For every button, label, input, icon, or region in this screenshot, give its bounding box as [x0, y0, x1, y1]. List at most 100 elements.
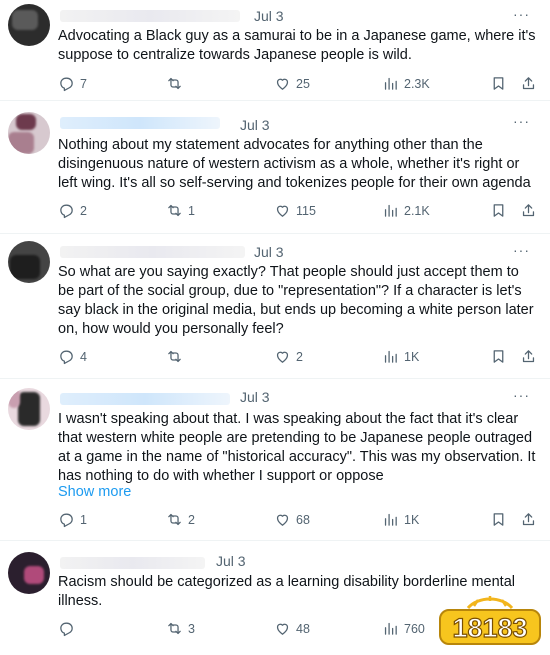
reply-count: 4 [80, 349, 87, 364]
tweet-actions: 2 1 115 2.1K [0, 202, 550, 222]
avatar[interactable] [8, 112, 50, 154]
bookmark-icon [490, 202, 512, 219]
bookmark-icon [490, 348, 512, 365]
like-icon [274, 620, 296, 637]
tweet-2[interactable]: Jul 3 ··· Nothing about my statement adv… [0, 100, 550, 234]
share-button[interactable] [520, 202, 542, 219]
share-icon [520, 75, 542, 92]
views-count: 1K [404, 512, 420, 527]
reply-count: 2 [80, 203, 87, 218]
avatar[interactable] [8, 388, 50, 430]
like-button[interactable]: 25 [274, 75, 310, 92]
views-button[interactable]: 2.1K [382, 202, 430, 219]
like-count: 25 [296, 76, 310, 91]
reply-button[interactable]: 2 [58, 202, 87, 219]
like-button[interactable]: 48 [274, 620, 310, 637]
views-count: 1K [404, 349, 420, 364]
tweet-4[interactable]: Jul 3 ··· I wasn't speaking about that. … [0, 378, 550, 541]
repost-icon [166, 620, 188, 637]
like-count: 115 [296, 203, 316, 218]
views-button[interactable]: 1K [382, 348, 419, 365]
author-name[interactable] [60, 557, 205, 569]
tweet-text: So what are you saying exactly? That peo… [58, 264, 534, 337]
repost-button[interactable] [166, 75, 188, 92]
reply-icon [58, 620, 80, 637]
watermark-text: 18183 [452, 613, 527, 643]
repost-button[interactable] [166, 348, 188, 365]
tweet-date[interactable]: Jul 3 [240, 117, 270, 133]
author-name[interactable] [60, 393, 230, 405]
share-icon [520, 202, 542, 219]
reply-button[interactable] [58, 620, 80, 637]
repost-button[interactable]: 3 [166, 620, 195, 637]
bookmark-button[interactable] [490, 348, 512, 365]
more-options-icon[interactable]: ··· [513, 6, 530, 22]
repost-icon [166, 202, 188, 219]
views-count: 2.1K [404, 203, 430, 218]
reply-icon [58, 202, 80, 219]
tweet-actions: 4 2 1K [0, 348, 550, 368]
author-name[interactable] [60, 10, 240, 22]
views-button[interactable]: 1K [382, 511, 419, 528]
avatar[interactable] [8, 4, 50, 46]
repost-icon [166, 348, 188, 365]
more-options-icon[interactable]: ··· [513, 387, 530, 403]
show-more-link[interactable]: Show more [58, 484, 131, 500]
like-button[interactable]: 115 [274, 202, 316, 219]
reply-icon [58, 511, 80, 528]
tweet-date[interactable]: Jul 3 [254, 8, 284, 24]
repost-count: 2 [188, 512, 195, 527]
tweet-text: I wasn't speaking about that. I was spea… [58, 411, 536, 484]
like-icon [274, 511, 296, 528]
views-icon [382, 75, 404, 92]
reply-button[interactable]: 7 [58, 75, 87, 92]
tweet-text: Advocating a Black guy as a samurai to b… [58, 28, 536, 63]
views-button[interactable]: 2.3K [382, 75, 430, 92]
like-icon [274, 75, 296, 92]
tweet-actions: 1 2 68 1K [0, 511, 550, 531]
more-options-icon[interactable]: ··· [513, 113, 530, 129]
repost-icon [166, 75, 188, 92]
views-icon [382, 511, 404, 528]
repost-count: 1 [188, 203, 195, 218]
bookmark-button[interactable] [490, 511, 512, 528]
bookmark-button[interactable] [490, 202, 512, 219]
views-icon [382, 202, 404, 219]
share-button[interactable] [520, 348, 542, 365]
reply-count: 1 [80, 512, 87, 527]
repost-count: 3 [188, 621, 195, 636]
avatar[interactable] [8, 241, 50, 283]
watermark-logo: 18183 [439, 596, 541, 645]
like-button[interactable]: 68 [274, 511, 310, 528]
tweet-text: Nothing about my statement advocates for… [58, 137, 531, 191]
tweet-1[interactable]: Jul 3 ··· Advocating a Black guy as a sa… [0, 0, 550, 101]
like-count: 68 [296, 512, 310, 527]
more-options-icon[interactable]: ··· [513, 242, 530, 258]
views-count: 760 [404, 621, 425, 636]
share-icon [520, 348, 542, 365]
bookmark-button[interactable] [490, 75, 512, 92]
tweet-3[interactable]: Jul 3 ··· So what are you saying exactly… [0, 233, 550, 379]
repost-button[interactable]: 2 [166, 511, 195, 528]
author-name[interactable] [60, 246, 245, 258]
views-count: 2.3K [404, 76, 430, 91]
tweet-date[interactable]: Jul 3 [254, 244, 284, 260]
reply-button[interactable]: 4 [58, 348, 87, 365]
reply-button[interactable]: 1 [58, 511, 87, 528]
repost-button[interactable]: 1 [166, 202, 195, 219]
views-icon [382, 620, 404, 637]
like-icon [274, 348, 296, 365]
views-button[interactable]: 760 [382, 620, 425, 637]
like-count: 2 [296, 349, 303, 364]
tweet-date[interactable]: Jul 3 [240, 389, 270, 405]
repost-icon [166, 511, 188, 528]
bookmark-icon [490, 75, 512, 92]
reply-count: 7 [80, 76, 87, 91]
avatar[interactable] [8, 552, 50, 594]
author-name[interactable] [60, 117, 220, 129]
like-button[interactable]: 2 [274, 348, 303, 365]
tweet-date[interactable]: Jul 3 [216, 553, 246, 569]
like-icon [274, 202, 296, 219]
share-button[interactable] [520, 75, 542, 92]
share-button[interactable] [520, 511, 542, 528]
